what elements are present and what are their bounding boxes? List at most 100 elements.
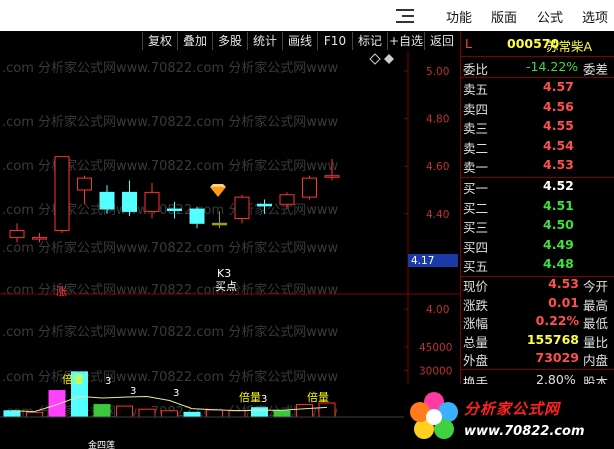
stock-app-window: 功能 版面 公式 选项 复权 叠加 多股 统计 画线 F10 标记 +自选 返回… <box>0 0 614 449</box>
tb-multi-stock-button[interactable]: 多股 <box>212 32 247 50</box>
sell-level-price[interactable]: 4.55 <box>543 118 574 133</box>
tb-draw-button[interactable]: 画线 <box>282 32 317 50</box>
buy-level-label: 买五 <box>463 259 489 274</box>
candle-body <box>257 203 272 207</box>
signal-name: K3 <box>217 267 231 280</box>
price-tick-label: 4.40 <box>426 209 449 221</box>
vol-label-1: 倍量 <box>62 372 84 386</box>
vol-label-2: 倍量 <box>239 390 261 404</box>
menu-bar: 功能 版面 公式 选项 <box>0 0 614 32</box>
sell-level-price[interactable]: 4.56 <box>543 99 574 114</box>
tb-back-button[interactable]: 返回 <box>424 32 459 50</box>
site-logo-banner: 分析家公式网 www.70822.com <box>404 384 614 449</box>
stock-name: 苏常柴A <box>546 39 593 54</box>
stat-value: 0.01 <box>548 294 579 310</box>
kline-chart[interactable]: .com 分析家公式网www.70822.com 分析家公式网www .com … <box>0 51 460 449</box>
diamond-top-icon <box>210 184 226 187</box>
stat-value: 155768 <box>526 331 579 347</box>
menu-options[interactable]: 选项 <box>582 7 608 26</box>
tb-mark-button[interactable]: 标记 <box>352 32 387 50</box>
volume-series <box>0 371 404 418</box>
buy-level-price[interactable]: 4.49 <box>543 237 574 252</box>
tb-add-watchlist-button[interactable]: +自选 <box>387 32 424 50</box>
hamburger-menu-icon[interactable] <box>396 9 414 23</box>
sell-level-price[interactable]: 4.53 <box>543 157 574 172</box>
stat-label: 现价 <box>463 279 489 294</box>
brand-name: 分析家公式网 <box>464 400 561 418</box>
candle-body <box>54 156 70 231</box>
stat-right-label: 量比 <box>583 334 609 350</box>
candle-body <box>144 191 160 212</box>
stat-label: 涨跌 <box>463 297 489 313</box>
stat-label: 涨幅 <box>463 316 489 331</box>
volume-bar <box>93 404 111 418</box>
price-tick-label: 4.60 <box>426 161 449 173</box>
sell-level-label: 卖五 <box>463 82 489 97</box>
buy-level-price[interactable]: 4.51 <box>543 198 574 213</box>
volume-bar <box>26 411 43 418</box>
stat-right-label: 最高 <box>583 297 609 313</box>
bottom-indicator-label: 金四莲 <box>88 439 115 449</box>
tb-f10-button[interactable]: F10 <box>317 32 352 50</box>
menu-layout[interactable]: 版面 <box>491 7 517 26</box>
candle-body <box>167 208 182 212</box>
volume-bar <box>228 410 246 418</box>
stat-label: 总量 <box>463 334 489 350</box>
expand-diamond-icon <box>369 53 381 65</box>
volume-bar <box>183 411 201 418</box>
volume-bar <box>273 410 291 418</box>
quote-flag: L <box>465 36 472 51</box>
menu-formula[interactable]: 公式 <box>537 7 563 26</box>
vol-count-label: 3 <box>173 388 179 399</box>
signal-text: 买点 <box>215 280 237 293</box>
sell-level-label: 卖四 <box>463 101 489 117</box>
menu-function[interactable]: 功能 <box>446 7 472 26</box>
volume-bar <box>296 404 313 418</box>
volume-tick-label: 45000 <box>419 342 452 354</box>
buy-level-price[interactable]: 4.52 <box>543 178 574 193</box>
price-tick-label: 5.00 <box>426 66 449 78</box>
stat-value: 73029 <box>535 350 580 365</box>
wecha-label: 委差 <box>583 62 609 77</box>
candle-body <box>122 191 137 212</box>
volume-tick-label: 30000 <box>419 365 452 377</box>
candle-body <box>324 175 340 178</box>
flower-logo-icon <box>410 392 458 439</box>
stat-value: 0.22% <box>535 313 579 328</box>
sell-level-label: 卖一 <box>463 160 489 175</box>
stat-value: 4.53 <box>548 276 579 291</box>
volume-bar <box>3 410 21 418</box>
buy-level-price[interactable]: 4.50 <box>543 217 574 232</box>
vol-label-3: 倍量 <box>307 390 329 404</box>
price-axis-labels: 5.004.804.604.404.00450003000015000 <box>404 66 452 401</box>
tb-adjust-button[interactable]: 复权 <box>142 32 177 50</box>
rise-marker: 涨 <box>56 285 67 298</box>
candle-body <box>212 222 227 226</box>
tb-stats-button[interactable]: 统计 <box>247 32 282 50</box>
volume-bar <box>318 402 336 418</box>
webi-value: -14.22% <box>526 59 579 74</box>
candle-body <box>189 208 205 224</box>
price-tick-label: 4.80 <box>426 114 449 126</box>
stat-right-label: 今开 <box>583 279 609 294</box>
volume-bar <box>251 407 268 418</box>
current-price-label: 4.17 <box>411 255 434 267</box>
buy-level-label: 买四 <box>463 239 489 255</box>
chart-toolbar: 复权 叠加 多股 统计 画线 F10 标记 +自选 返回 <box>0 31 460 51</box>
stat-right-label: 最低 <box>583 316 609 331</box>
tb-overlay-button[interactable]: 叠加 <box>177 32 212 50</box>
volume-bar <box>138 408 156 418</box>
sell-level-price[interactable]: 4.57 <box>543 79 574 94</box>
buy-level-price[interactable]: 4.48 <box>543 256 574 271</box>
stat-right-label: 内盘 <box>583 353 609 368</box>
vol-count-label: 3 <box>130 386 136 397</box>
volume-bar <box>206 409 223 418</box>
candle-body <box>77 177 92 191</box>
chart-canvas: 5.004.804.604.404.00450003000015000 4.17… <box>0 51 460 449</box>
volume-bar <box>161 410 178 418</box>
vol-count-label: 3 <box>105 376 111 387</box>
volume-bar <box>116 405 133 418</box>
webi-label: 委比 <box>463 62 489 77</box>
sell-level-price[interactable]: 4.54 <box>543 138 574 153</box>
collapse-diamond-icon <box>384 54 394 64</box>
